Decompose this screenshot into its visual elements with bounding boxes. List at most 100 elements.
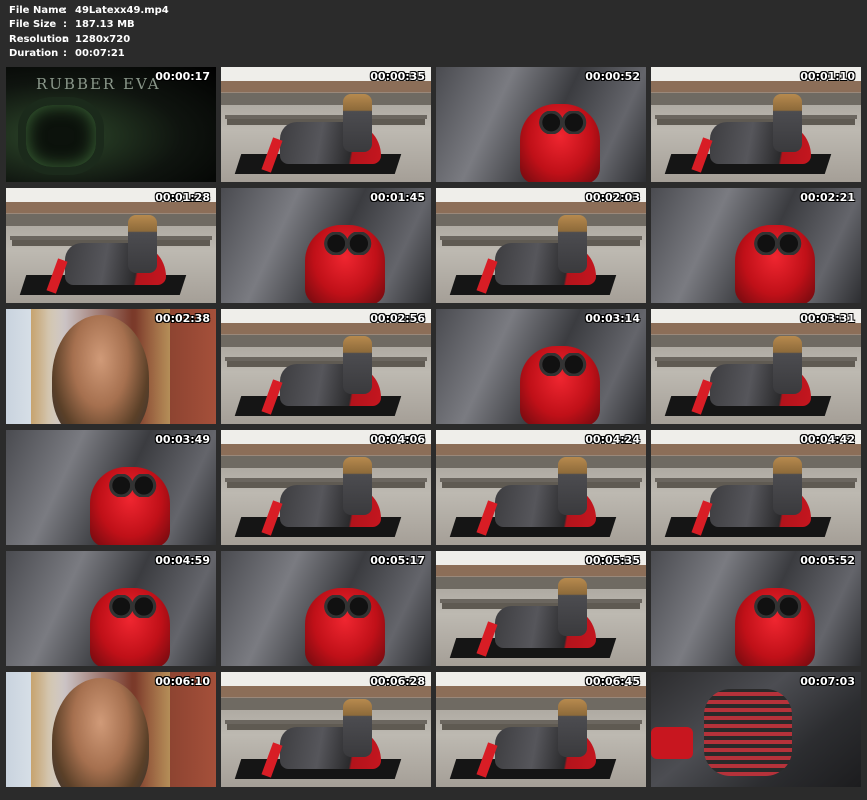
- video-thumbnail[interactable]: 00:03:31: [651, 309, 861, 424]
- video-thumbnail[interactable]: 00:04:24: [436, 430, 646, 545]
- goggles: [104, 473, 160, 497]
- bench: [651, 335, 861, 347]
- file-size-sep: :: [63, 19, 67, 31]
- video-thumbnail[interactable]: 00:05:17: [221, 551, 431, 666]
- glove: [651, 727, 693, 760]
- timestamp: 00:01:45: [370, 191, 425, 204]
- file-name-label: File Name: [9, 5, 66, 16]
- bench: [436, 577, 646, 589]
- file-name-row: File Name : 49Latexx49.mp4: [9, 4, 169, 18]
- bench: [221, 456, 431, 468]
- thumbnail-image: [221, 188, 431, 303]
- timestamp: 00:05:35: [585, 554, 640, 567]
- thumbnail-image: [6, 188, 216, 303]
- thumbnail-image: [651, 188, 861, 303]
- thumbnail-image: [6, 430, 216, 545]
- video-thumbnail[interactable]: 00:06:45: [436, 672, 646, 787]
- video-thumbnail[interactable]: 00:06:28: [221, 672, 431, 787]
- goggles: [749, 594, 805, 618]
- bench: [651, 93, 861, 105]
- timestamp: 00:07:03: [800, 675, 855, 688]
- figure: [557, 215, 588, 273]
- video-thumbnail[interactable]: 00:04:59: [6, 551, 216, 666]
- timestamp: 00:06:10: [155, 675, 210, 688]
- timestamp: 00:01:28: [155, 191, 210, 204]
- timestamp: 00:03:49: [155, 433, 210, 446]
- thumbnail-image: [221, 309, 431, 424]
- video-thumbnail[interactable]: 00:05:35: [436, 551, 646, 666]
- goggles: [319, 231, 375, 255]
- timestamp: 00:06:45: [585, 675, 640, 688]
- video-thumbnail[interactable]: 00:02:56: [221, 309, 431, 424]
- figure: [557, 457, 588, 515]
- bench: [651, 456, 861, 468]
- bench: [436, 698, 646, 710]
- video-thumbnail[interactable]: 00:03:49: [6, 430, 216, 545]
- file-name-value: 49Latexx49.mp4: [75, 5, 169, 16]
- timestamp: 00:02:38: [155, 312, 210, 325]
- thumbnail-image: [221, 551, 431, 666]
- thumbnail-image: [651, 430, 861, 545]
- video-thumbnail[interactable]: 00:07:03: [651, 672, 861, 787]
- video-thumbnail[interactable]: 00:04:06: [221, 430, 431, 545]
- timestamp: 00:01:10: [800, 70, 855, 83]
- video-thumbnail[interactable]: 00:04:42: [651, 430, 861, 545]
- timestamp: 00:00:35: [370, 70, 425, 83]
- video-thumbnail[interactable]: 00:05:52: [651, 551, 861, 666]
- bench: [221, 93, 431, 105]
- figure: [342, 457, 373, 515]
- timestamp: 00:00:17: [155, 70, 210, 83]
- goggles: [534, 352, 590, 376]
- video-thumbnail[interactable]: 00:02:21: [651, 188, 861, 303]
- thumbnail-image: [651, 67, 861, 182]
- timestamp: 00:05:52: [800, 554, 855, 567]
- video-thumbnail[interactable]: 00:06:10: [6, 672, 216, 787]
- bench: [436, 214, 646, 226]
- duration-row: Duration : 00:07:21: [9, 47, 169, 61]
- goggles: [104, 594, 160, 618]
- file-info: File Name : 49Latexx49.mp4 File Size : 1…: [9, 4, 169, 61]
- file-name-sep: :: [63, 5, 67, 16]
- video-thumbnail[interactable]: 00:00:52: [436, 67, 646, 182]
- thumbnail-image: [221, 430, 431, 545]
- thumbnail-image: [221, 67, 431, 182]
- timestamp: 00:04:24: [585, 433, 640, 446]
- figure: [127, 215, 158, 273]
- goggles: [319, 594, 375, 618]
- resolution-value: 1280x720: [75, 33, 131, 45]
- corset: [703, 689, 792, 776]
- bench: [221, 698, 431, 710]
- timestamp: 00:02:56: [370, 312, 425, 325]
- thumbnail-image: [221, 672, 431, 787]
- resolution-label: Resolution: [9, 33, 70, 45]
- timestamp: 00:00:52: [585, 70, 640, 83]
- figure: [342, 699, 373, 757]
- timestamp: 00:04:59: [155, 554, 210, 567]
- thumbnail-image: RUBBER EVA: [6, 67, 216, 182]
- video-thumbnail[interactable]: 00:00:35: [221, 67, 431, 182]
- thumbnail-image: [436, 430, 646, 545]
- file-size-label: File Size: [9, 19, 57, 31]
- brand-logo-text: RUBBER EVA: [36, 75, 161, 93]
- thumbnail-image: [651, 551, 861, 666]
- timestamp: 00:02:21: [800, 191, 855, 204]
- video-thumbnail[interactable]: 00:02:03: [436, 188, 646, 303]
- timestamp: 00:02:03: [585, 191, 640, 204]
- thumbnail-image: [651, 672, 861, 787]
- goggles: [534, 110, 590, 134]
- video-thumbnail[interactable]: 00:02:38: [6, 309, 216, 424]
- thumbnail-image: [436, 188, 646, 303]
- video-thumbnail[interactable]: 00:01:28: [6, 188, 216, 303]
- figure: [557, 578, 588, 636]
- video-thumbnail[interactable]: 00:01:10: [651, 67, 861, 182]
- bench: [436, 456, 646, 468]
- gas-mask-image: [18, 97, 104, 175]
- video-thumbnail[interactable]: 00:03:14: [436, 309, 646, 424]
- timestamp: 00:04:06: [370, 433, 425, 446]
- thumbnail-image: [6, 309, 216, 424]
- video-thumbnail[interactable]: 00:01:45: [221, 188, 431, 303]
- video-thumbnail[interactable]: RUBBER EVA 00:00:17: [6, 67, 216, 182]
- duration-sep: :: [63, 47, 67, 59]
- figure: [772, 457, 803, 515]
- thumbnail-image: [436, 672, 646, 787]
